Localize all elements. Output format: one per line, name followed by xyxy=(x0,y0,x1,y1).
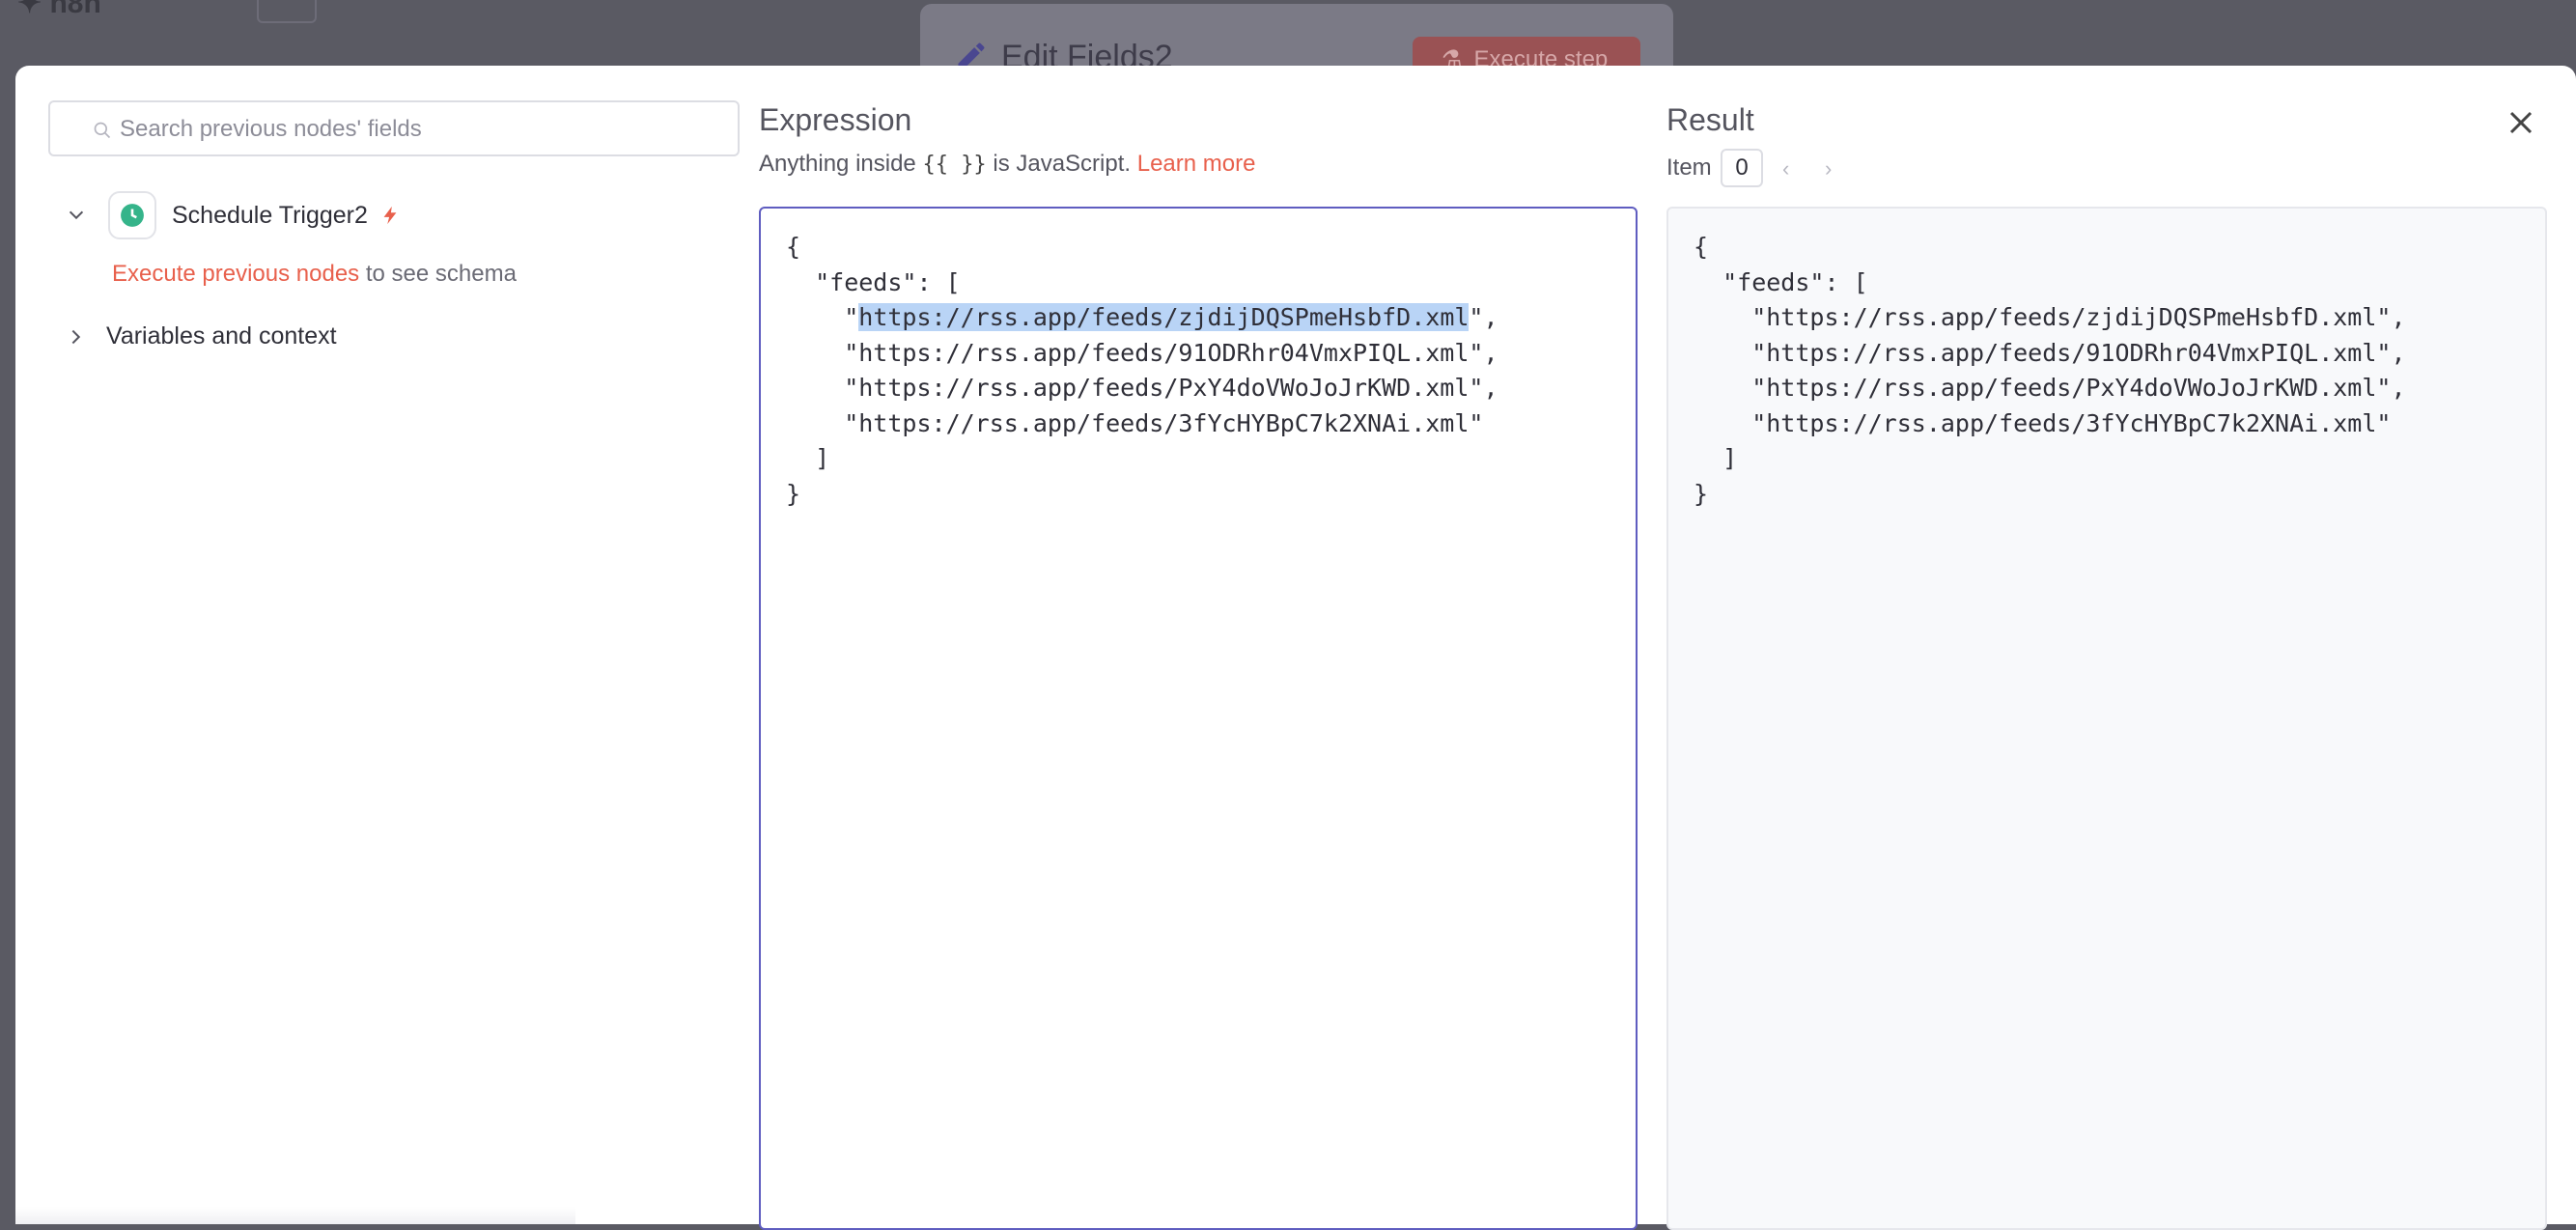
code-line: "https://rss.app/feeds/PxY4doVWoJoJrKWD.… xyxy=(786,374,1498,402)
code-line: "https://rss.app/feeds/3fYcHYBpC7k2XNAi.… xyxy=(786,408,1484,437)
node-icon xyxy=(108,191,156,239)
expression-editor[interactable]: { "feeds": [ "https://rss.app/feeds/zjdi… xyxy=(759,207,1638,1230)
tree-node-variables[interactable]: Variables and context xyxy=(66,322,337,350)
code-line: ", xyxy=(1469,303,1498,331)
code-line: "https://rss.app/feeds/91ODRhr04VmxPIQL.… xyxy=(786,338,1498,367)
clock-icon xyxy=(121,204,144,227)
chevron-down-icon[interactable] xyxy=(66,205,87,226)
expression-title: Expression xyxy=(759,102,912,137)
code-line: ] xyxy=(786,444,830,472)
search-input[interactable] xyxy=(118,102,720,156)
panel-divider xyxy=(15,1207,575,1224)
search-icon xyxy=(94,122,111,139)
execute-previous-nodes-link[interactable]: Execute previous nodes xyxy=(112,261,359,287)
search-box[interactable] xyxy=(48,100,740,156)
schema-hint: Execute previous nodes to see schema xyxy=(112,261,517,288)
expression-code[interactable]: { "feeds": [ "https://rss.app/feeds/zjdi… xyxy=(786,230,1498,512)
app-logo: ✦ n8n xyxy=(17,0,101,19)
next-item-icon[interactable]: › xyxy=(1825,156,1832,182)
item-label: Item xyxy=(1666,154,1712,181)
item-index-input[interactable]: 0 xyxy=(1721,149,1763,187)
lightning-icon xyxy=(383,206,397,225)
tree-node-schedule-trigger[interactable]: Schedule Trigger2 xyxy=(66,191,401,239)
subtitle-code: {{ }} xyxy=(922,153,987,177)
background-control xyxy=(257,0,317,23)
code-line: " xyxy=(786,303,859,331)
code-line: "feeds": [ xyxy=(786,267,961,296)
close-icon[interactable] xyxy=(2506,108,2535,137)
prev-item-icon[interactable]: ‹ xyxy=(1782,156,1789,182)
subtitle-suffix: is JavaScript. xyxy=(986,151,1137,177)
learn-more-link[interactable]: Learn more xyxy=(1137,151,1256,177)
node-label: Schedule Trigger2 xyxy=(172,201,368,229)
hint-text: to see schema xyxy=(359,261,517,287)
result-code: { "feeds": [ "https://rss.app/feeds/zjdi… xyxy=(1694,233,2406,508)
code-line: } xyxy=(786,479,801,508)
subtitle-prefix: Anything inside xyxy=(759,151,923,177)
chevron-right-icon[interactable] xyxy=(66,326,87,348)
result-panel: { "feeds": [ "https://rss.app/feeds/zjdi… xyxy=(1666,207,2547,1230)
expression-subtitle: Anything inside {{ }} is JavaScript. Lea… xyxy=(759,151,1255,178)
result-title: Result xyxy=(1666,102,1754,137)
expression-editor-modal: Schedule Trigger2 Execute previous nodes… xyxy=(15,66,2576,1230)
selected-text: https://rss.app/feeds/zjdijDQSPmeHsbfD.x… xyxy=(858,303,1470,331)
variables-label: Variables and context xyxy=(106,322,337,349)
code-line: { xyxy=(786,233,801,261)
